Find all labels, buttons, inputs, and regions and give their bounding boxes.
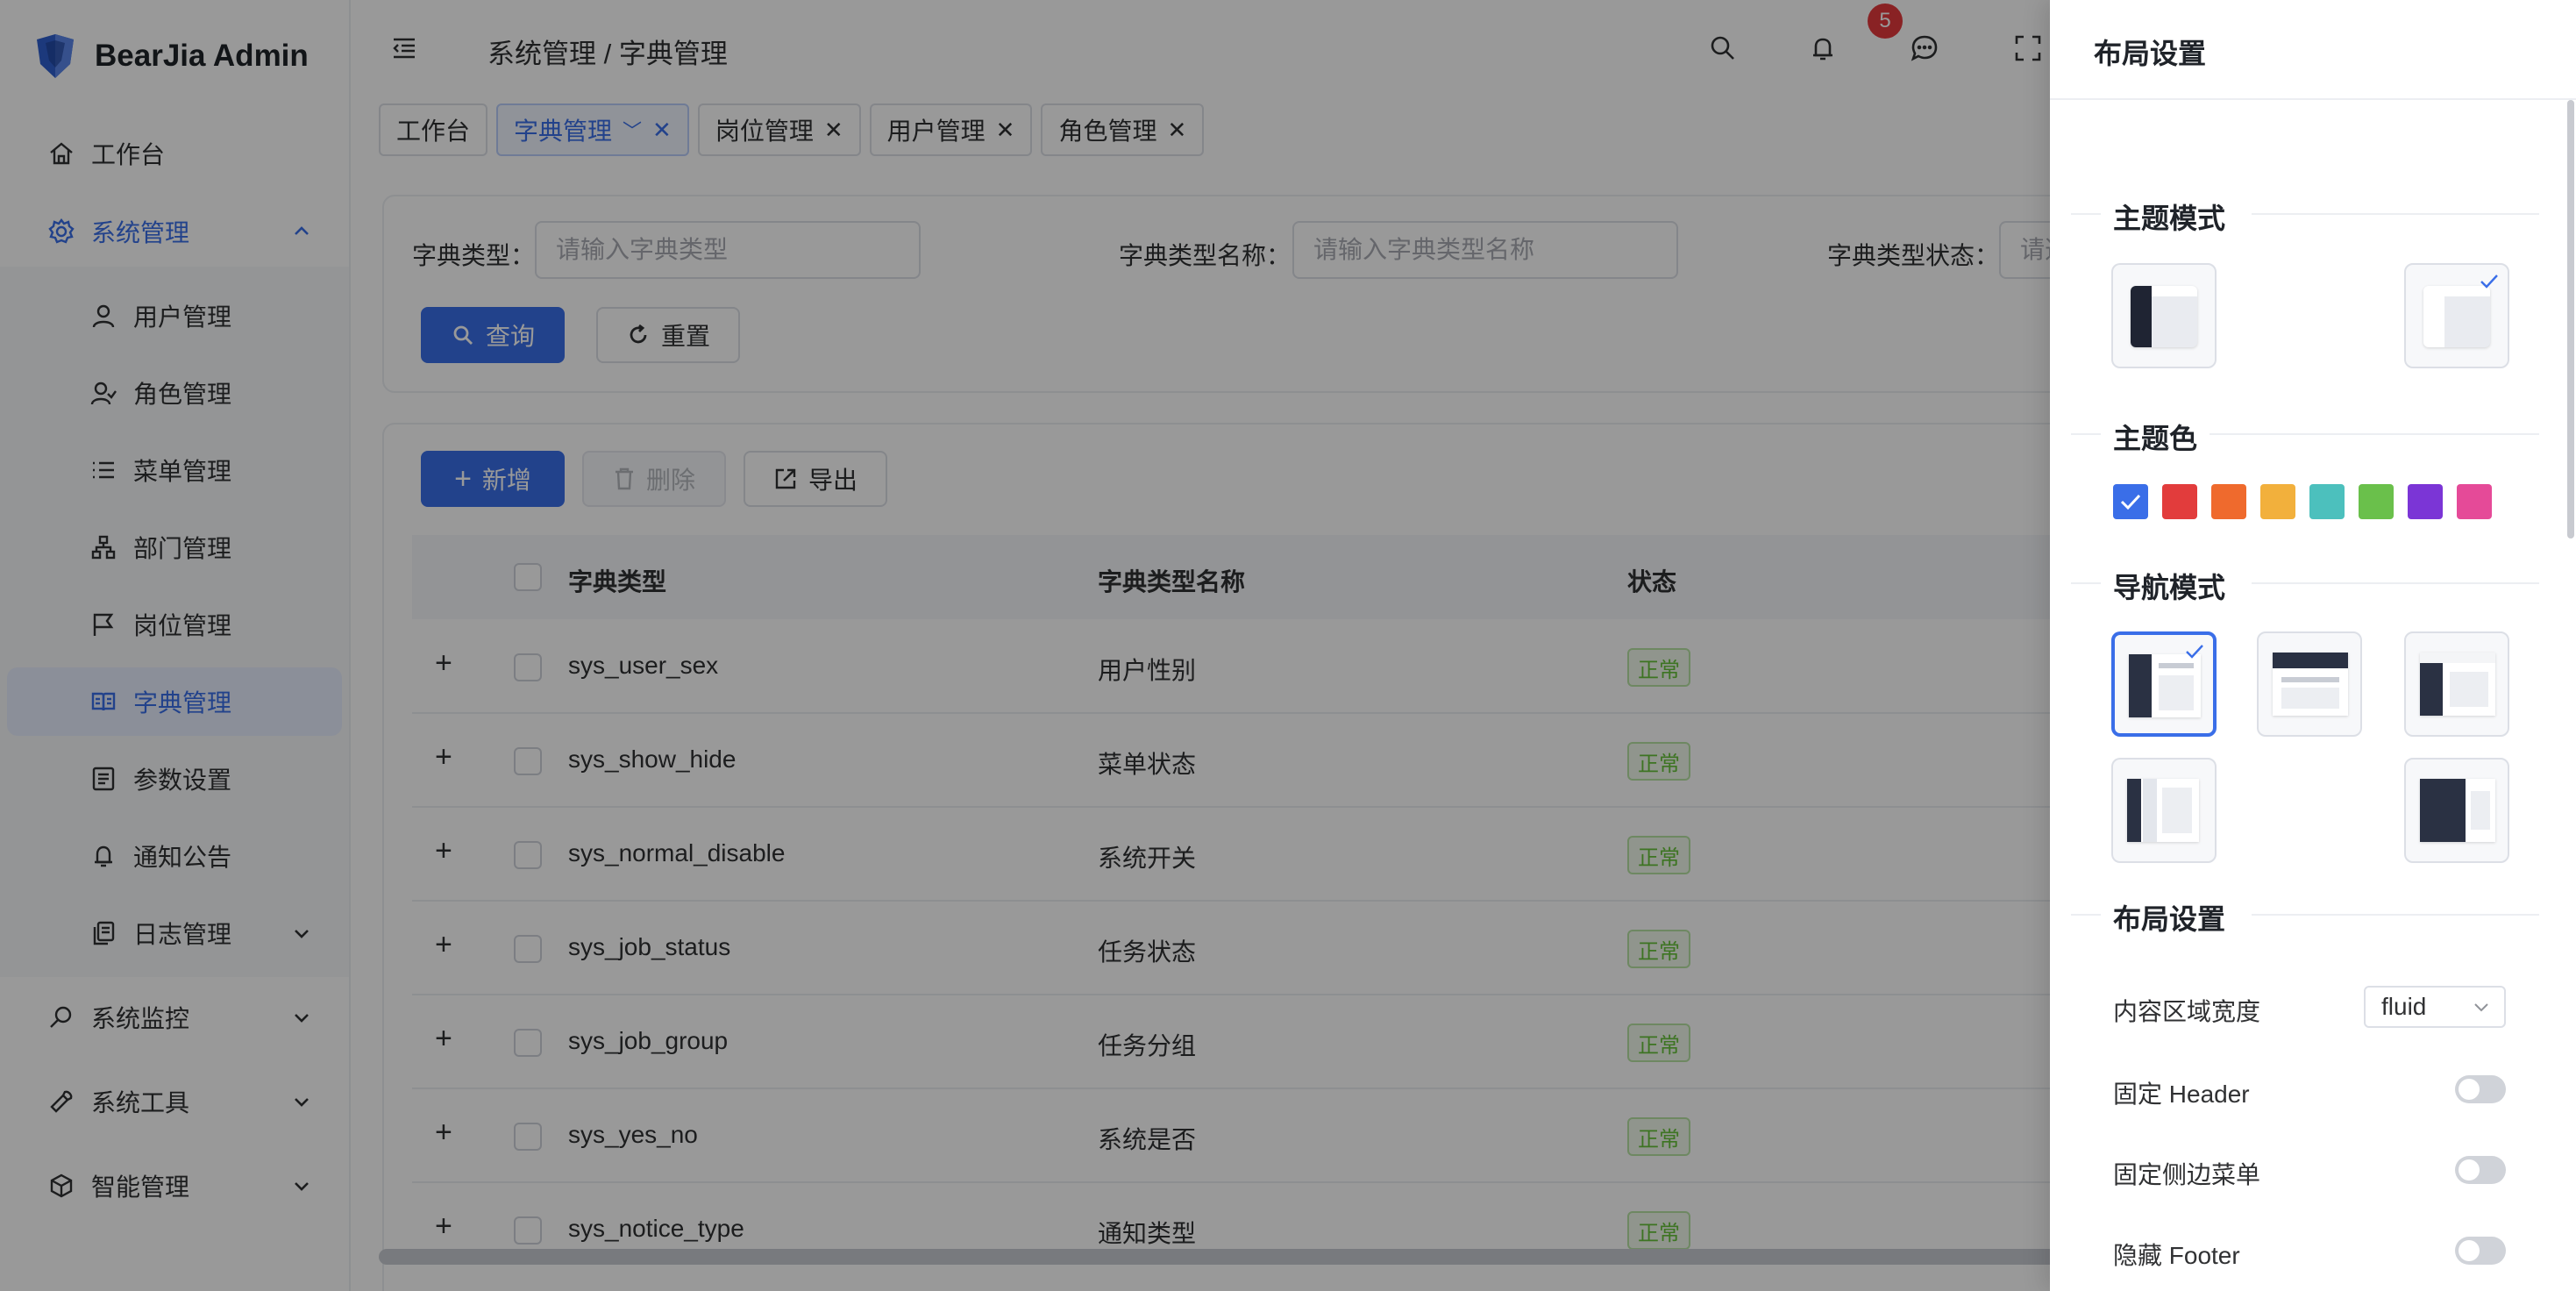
thumb-sider — [2420, 663, 2443, 716]
drawer-divider — [2050, 98, 2576, 100]
section-divider — [2210, 433, 2539, 435]
thumb-sider — [2129, 654, 2152, 717]
nav-mode-mix-option[interactable] — [2404, 631, 2509, 737]
nav-mode-split-option[interactable] — [2111, 758, 2217, 863]
chevron-down-icon — [2474, 1003, 2488, 1012]
thumb-header — [2420, 653, 2495, 663]
nav-mode-dark-mix-option[interactable] — [2404, 758, 2509, 863]
section-divider — [2071, 914, 2101, 916]
fixed-sider-label: 固定侧边菜单 — [2113, 1161, 2261, 1188]
theme-color-swatch[interactable] — [2457, 484, 2492, 519]
thumb-sider-secondary — [2143, 779, 2157, 842]
check-icon — [2480, 275, 2498, 289]
hide-footer-label: 隐藏 Footer — [2113, 1242, 2240, 1269]
nav-mode-top-option[interactable] — [2257, 631, 2362, 737]
fixed-sider-switch[interactable] — [2455, 1156, 2506, 1184]
section-divider — [2071, 582, 2101, 584]
thumb-line — [2281, 677, 2339, 682]
theme-color-swatch[interactable] — [2260, 484, 2295, 519]
fixed-header-label: 固定 Header — [2113, 1081, 2250, 1108]
section-divider — [2071, 213, 2101, 215]
thumb-header — [2273, 653, 2348, 668]
section-divider — [2252, 213, 2539, 215]
drawer-scrollbar[interactable] — [2567, 100, 2574, 539]
thumb-sider — [2131, 286, 2152, 347]
theme-color-swatch[interactable] — [2211, 484, 2246, 519]
thumb-content — [2162, 788, 2192, 833]
thumb-sider — [2127, 779, 2141, 842]
fixed-header-switch[interactable] — [2455, 1075, 2506, 1103]
nav-mode-side-option[interactable] — [2111, 631, 2217, 737]
thumb-preview — [2127, 779, 2199, 842]
layout-section-title: 布局设置 — [2113, 903, 2226, 935]
thumb-preview — [2423, 286, 2490, 347]
thumb-content — [2450, 672, 2488, 707]
drawer-title: 布局设置 — [2094, 38, 2207, 69]
thumb-preview — [2420, 653, 2495, 716]
theme-mode-light-option[interactable] — [2404, 263, 2509, 368]
thumb-preview — [2129, 654, 2201, 717]
app-window: BearJia Admin 工作台 系统管理 用户管理 角色管理 菜单管理 部门… — [0, 0, 2576, 1291]
content-width-label: 内容区域宽度 — [2113, 998, 2261, 1025]
section-divider — [2252, 582, 2539, 584]
theme-color-swatch[interactable] — [2309, 484, 2345, 519]
theme-mode-title: 主题模式 — [2113, 203, 2226, 234]
drawer-mask[interactable] — [0, 0, 2050, 1291]
check-icon — [2186, 645, 2203, 659]
thumb-preview — [2420, 779, 2495, 842]
theme-color-swatch[interactable] — [2408, 484, 2443, 519]
content-width-value: fluid — [2381, 993, 2427, 1020]
check-icon — [2120, 494, 2141, 510]
thumb-header — [2152, 286, 2197, 296]
thumb-content — [2281, 688, 2339, 709]
thumb-sider — [2420, 779, 2466, 842]
theme-color-title: 主题色 — [2113, 423, 2198, 454]
nav-mode-title: 导航模式 — [2113, 572, 2226, 603]
theme-mode-dark-option[interactable] — [2111, 263, 2217, 368]
theme-color-swatch[interactable] — [2162, 484, 2197, 519]
section-divider — [2252, 914, 2539, 916]
thumb-preview — [2131, 286, 2197, 347]
thumb-line — [2159, 663, 2194, 668]
theme-color-swatch[interactable] — [2113, 484, 2148, 519]
thumb-preview — [2273, 653, 2348, 716]
theme-color-swatch[interactable] — [2359, 484, 2394, 519]
section-divider — [2071, 433, 2101, 435]
content-width-select[interactable]: fluid — [2364, 986, 2506, 1028]
thumb-content — [2159, 675, 2194, 710]
thumb-content — [2471, 791, 2490, 830]
hide-footer-switch[interactable] — [2455, 1237, 2506, 1265]
